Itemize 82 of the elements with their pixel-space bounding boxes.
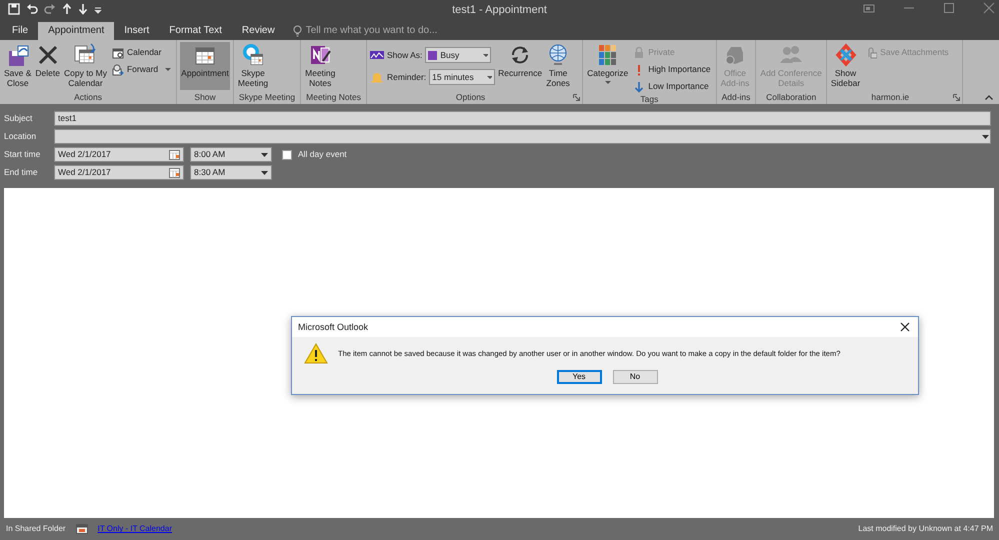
calendar-icon[interactable] <box>169 150 180 160</box>
shared-calendar-icon <box>76 524 88 534</box>
checkbox-label: All day event <box>298 149 347 160</box>
ribbon-button[interactable]: Copy to My Calendar <box>62 42 108 90</box>
dropdown-arrow-icon <box>261 152 268 156</box>
ribbon-button[interactable]: Appointment <box>180 42 230 90</box>
field-label: Start time <box>4 149 42 160</box>
close-icon[interactable] <box>983 2 995 14</box>
tab[interactable]: Review <box>232 22 285 40</box>
calendar-icon[interactable] <box>169 168 180 178</box>
group-label: Show <box>193 92 217 104</box>
lock-icon <box>633 46 646 58</box>
field-label: Reminder: <box>386 72 426 82</box>
ribbon-button[interactable]: Low Importance <box>631 79 713 94</box>
tab[interactable]: Insert <box>114 22 160 40</box>
status-text: In Shared Folder <box>6 524 66 534</box>
ribbon-button[interactable]: High Importance <box>631 62 713 77</box>
dialog-button[interactable]: Yes <box>556 370 602 384</box>
group-label: Options <box>454 92 486 104</box>
launcher-icon[interactable] <box>952 94 960 101</box>
group-label: Actions <box>73 92 104 104</box>
dropdown-arrow-icon[interactable] <box>982 134 989 138</box>
time-field[interactable]: 8:00 AM <box>190 147 272 162</box>
skype-calendar-icon <box>241 43 266 67</box>
field-label: End time <box>4 167 39 178</box>
ribbon-button[interactable]: Save & Close <box>3 42 32 90</box>
down-arrow-icon <box>633 80 646 92</box>
collapse-icon[interactable] <box>985 95 993 100</box>
field-label: Location <box>4 131 38 142</box>
status-text: Last modified by Unknown at 4:47 PM <box>858 524 993 534</box>
launcher-icon[interactable] <box>573 94 580 101</box>
date-field[interactable]: Wed 2/1/2017 <box>54 165 184 180</box>
group-label: Skype Meeting <box>238 92 296 104</box>
ribbon-button[interactable]: Categorize <box>586 42 630 90</box>
ribbon-display-icon[interactable] <box>863 2 875 14</box>
checkbox[interactable] <box>282 150 292 160</box>
ribbon-button[interactable]: Delete <box>34 42 61 90</box>
redo-icon[interactable] <box>44 3 56 15</box>
window-title: test1 - Appointment <box>451 4 548 18</box>
bell-icon <box>370 71 384 83</box>
save-icon[interactable] <box>8 3 20 15</box>
field-label: Subject <box>4 113 34 124</box>
group-label: Meeting Notes <box>305 92 362 104</box>
dialog-title: Microsoft Outlook <box>298 322 368 332</box>
ribbon-button[interactable]: Calendar <box>110 45 174 60</box>
caret-icon <box>483 54 488 56</box>
caret-icon <box>487 76 492 78</box>
close-button[interactable] <box>900 322 910 332</box>
search-field[interactable]: Tell me what you want to do... <box>306 25 438 37</box>
notebook-icon <box>308 43 332 67</box>
ribbon-button[interactable]: Time Zones <box>545 42 572 90</box>
field-label: Show As: <box>386 50 422 60</box>
tab[interactable]: Format Text <box>159 22 232 40</box>
dropdown[interactable]: 15 minutes <box>429 69 496 85</box>
dropdown[interactable]: Busy <box>425 47 492 63</box>
group-label: Add-ins <box>720 92 752 104</box>
forward-icon <box>112 64 124 76</box>
calendar-view-icon <box>112 46 124 58</box>
show-as-icon <box>370 49 384 61</box>
ribbon-button[interactable]: Show Sidebar <box>830 42 862 90</box>
up-arrow-icon[interactable] <box>62 3 72 15</box>
maximize-icon[interactable] <box>943 2 955 14</box>
lightbulb-icon <box>292 25 302 37</box>
warning-icon <box>304 343 328 364</box>
group-label: harmon.ie <box>870 92 910 104</box>
down-arrow-icon[interactable] <box>78 3 88 15</box>
ribbon-button[interactable]: Recurrence <box>497 42 544 90</box>
subject-field[interactable]: test1 <box>54 111 991 126</box>
date-field[interactable]: Wed 2/1/2017 <box>54 147 184 162</box>
diamond-icon <box>834 43 858 67</box>
tab[interactable]: File <box>2 22 38 40</box>
group-label: Collaboration <box>765 92 818 104</box>
ribbon-button[interactable]: Forward <box>110 62 174 77</box>
time-field[interactable]: 8:30 AM <box>190 165 272 180</box>
dropdown-arrow-icon <box>261 170 268 174</box>
location-field[interactable] <box>54 129 991 144</box>
undo-icon[interactable] <box>26 3 38 15</box>
ribbon-button[interactable]: Skype Meeting <box>236 42 270 90</box>
ribbon-button[interactable]: Meeting Notes <box>304 42 336 90</box>
tab[interactable]: Appointment <box>38 22 114 40</box>
group-label: Tags <box>639 94 660 104</box>
dialog-button[interactable]: No <box>612 370 658 384</box>
